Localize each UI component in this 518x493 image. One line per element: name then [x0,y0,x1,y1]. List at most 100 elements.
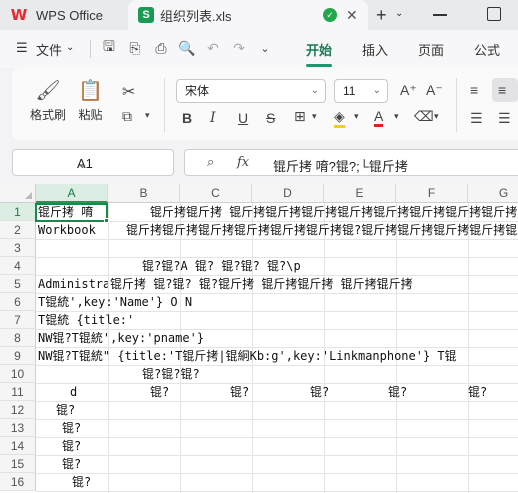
close-tab-icon[interactable]: ✕ [346,7,358,24]
align-left-icon[interactable]: ☰ [470,110,483,127]
cell-a7[interactable]: T锟統 {title:' [38,311,238,329]
cell-a13[interactable]: 锟? [62,419,102,437]
zoom-search-icon[interactable]: ⌕ [207,155,214,170]
row-header[interactable]: 14 [0,437,36,455]
row-header[interactable]: 13 [0,419,36,437]
cell-b5[interactable]: 锟斤拷 锟?锟? 锟?锟斤拷 锟斤拷锟斤拷 锟斤拷锟斤拷 [110,275,518,293]
tab-insert[interactable]: 插入 [362,40,388,59]
hamburger-menu-icon[interactable]: ☰ [16,40,28,56]
font-size-select[interactable]: 11 ⌄ [334,79,388,103]
cell-b1[interactable]: 锟斤拷锟斤拷 锟斤拷锟斤拷锟斤拷锟斤拷锟斤拷锟斤拷锟斤拷锟斤拷 [150,203,518,221]
clear-format-chevron-down-icon[interactable]: ▾ [434,111,439,122]
column-header-a[interactable]: A [36,184,108,203]
column-header-e[interactable]: E [324,184,396,203]
minimize-window-icon[interactable] [433,14,447,16]
cell-a15[interactable]: 锟? [62,455,102,473]
new-tab-plus-icon[interactable]: + [376,5,387,26]
increase-font-size-icon[interactable]: A⁺ [400,82,417,99]
cell-a9[interactable]: NW锟?T锟統" {title:'T锟斤拷|锟絅Kb:g',key:'Linkm… [38,347,518,365]
row-header[interactable]: 9 [0,347,36,365]
format-painter-button[interactable]: 🖌 格式刷 [30,78,66,123]
save-icon[interactable]: 🖫 [100,38,118,57]
row-header[interactable]: 7 [0,311,36,329]
column-header-d[interactable]: D [252,184,324,203]
select-all-corner[interactable] [0,184,36,203]
spreadsheet-grid[interactable]: A B C D E F G 1 2 3 4 5 6 7 8 9 10 11 12… [0,184,518,493]
print-preview-icon[interactable]: 🔍 [178,39,196,57]
cell-b10[interactable]: 锟?锟?锟? [142,365,262,383]
formula-bar[interactable]: ⌕ fx 锟斤拷 唷?锟?;└锟斤拷 [184,149,518,176]
formula-content[interactable]: 锟斤拷 唷?锟?;└锟斤拷 [273,156,408,175]
cell-a5[interactable]: Administrator [38,275,108,293]
name-box-chevron-down-icon[interactable]: ⌄ [77,156,165,172]
redo-icon[interactable]: ↷ [230,39,248,57]
row-header[interactable]: 15 [0,455,36,473]
column-header-f[interactable]: F [396,184,468,203]
cell-a6[interactable]: T锟統',key:'Name'} O N [38,293,288,311]
undo-icon[interactable]: ↶ [204,39,222,57]
cell-d11[interactable]: 锟? [310,383,350,401]
row-header[interactable]: 10 [0,365,36,383]
bold-icon[interactable]: B [182,110,192,126]
row-header[interactable]: 5 [0,275,36,293]
quick-access-chevron-down-icon[interactable]: ⌄ [256,39,274,57]
row-header[interactable]: 12 [0,401,36,419]
row-header[interactable]: 1 [0,203,36,221]
fill-handle[interactable] [104,218,109,223]
cell-a16[interactable]: 锟? [72,473,112,491]
paste-button[interactable]: 📋 粘贴 [78,78,103,123]
row-header[interactable]: 11 [0,383,36,401]
row-header[interactable]: 2 [0,221,36,239]
column-header-c[interactable]: C [180,184,252,203]
column-header-b[interactable]: B [108,184,180,203]
cell-a12[interactable]: 锟? [56,401,96,419]
cell-b11[interactable]: 锟? [150,383,190,401]
clear-format-eraser-icon[interactable]: ⌫ [414,108,434,125]
cell-e11[interactable]: 锟? [388,383,428,401]
copy-icon[interactable]: ⧉ [122,108,132,125]
font-color-icon[interactable]: A [374,108,384,127]
fx-icon[interactable]: fx [237,155,249,170]
tab-page[interactable]: 页面 [418,40,444,59]
tab-spreadsheet-file[interactable]: S 组织列表.xls ✓ ✕ [128,0,368,30]
row-header[interactable]: 16 [0,473,36,491]
italic-icon[interactable]: I [210,110,216,126]
strikethrough-icon[interactable]: S [266,110,275,126]
row-header[interactable]: 3 [0,239,36,257]
row-header[interactable]: 6 [0,293,36,311]
tab-wps-office[interactable]: W WPS Office [8,0,126,30]
font-name-select[interactable]: 宋体 ⌄ [176,79,326,103]
font-color-chevron-down-icon[interactable]: ▾ [394,111,399,122]
fill-color-chevron-down-icon[interactable]: ▾ [354,111,359,122]
cell-b4[interactable]: 锟?锟?A 锟? 锟?锟? 锟?\p [142,257,402,275]
export-pdf-icon[interactable]: ⎘ [126,39,144,57]
align-center-icon[interactable]: ☰ [498,110,511,127]
print-icon[interactable]: ⎙ [152,39,170,57]
cell-f11[interactable]: 锟? [468,383,508,401]
align-top-icon[interactable]: ≡ [470,82,478,98]
new-tab-chevron-down-icon[interactable]: ⌄ [395,8,403,19]
cell-a8[interactable]: NW锟?T锟統',key:'pname'} [38,329,298,347]
copy-chevron-down-icon[interactable]: ▾ [145,110,150,121]
cell-a11[interactable]: d [70,383,100,401]
borders-icon[interactable]: ⊞ [294,108,306,125]
row-header[interactable]: 4 [0,257,36,275]
underline-icon[interactable]: U [238,110,248,126]
align-middle-icon[interactable]: ≡ [498,82,506,98]
cell-b2[interactable]: 锟斤拷锟斤拷锟斤拷锟斤拷锟斤拷锟斤拷锟?锟斤拷锟斤拷锟斤拷锟斤拷锟斤拷 [126,221,518,239]
decrease-font-size-icon[interactable]: A⁻ [426,82,443,99]
cell-a14[interactable]: 锟? [62,437,102,455]
cell-a2[interactable]: Workbook [38,221,124,239]
maximize-window-icon[interactable] [487,7,501,21]
tab-home[interactable]: 开始 [306,40,332,59]
cell-c11[interactable]: 锟? [230,383,270,401]
fill-color-icon[interactable]: ◈ [334,108,345,128]
cut-icon[interactable]: ✂ [122,82,135,102]
borders-chevron-down-icon[interactable]: ▾ [312,111,317,122]
row-header[interactable]: 8 [0,329,36,347]
tab-formula[interactable]: 公式 [474,40,500,59]
file-menu-chevron-down-icon[interactable]: ⌄ [66,42,74,53]
column-header-g[interactable]: G [468,184,518,203]
name-box[interactable]: A1 ⌄ [12,149,174,176]
file-menu[interactable]: 文件 [36,40,62,59]
